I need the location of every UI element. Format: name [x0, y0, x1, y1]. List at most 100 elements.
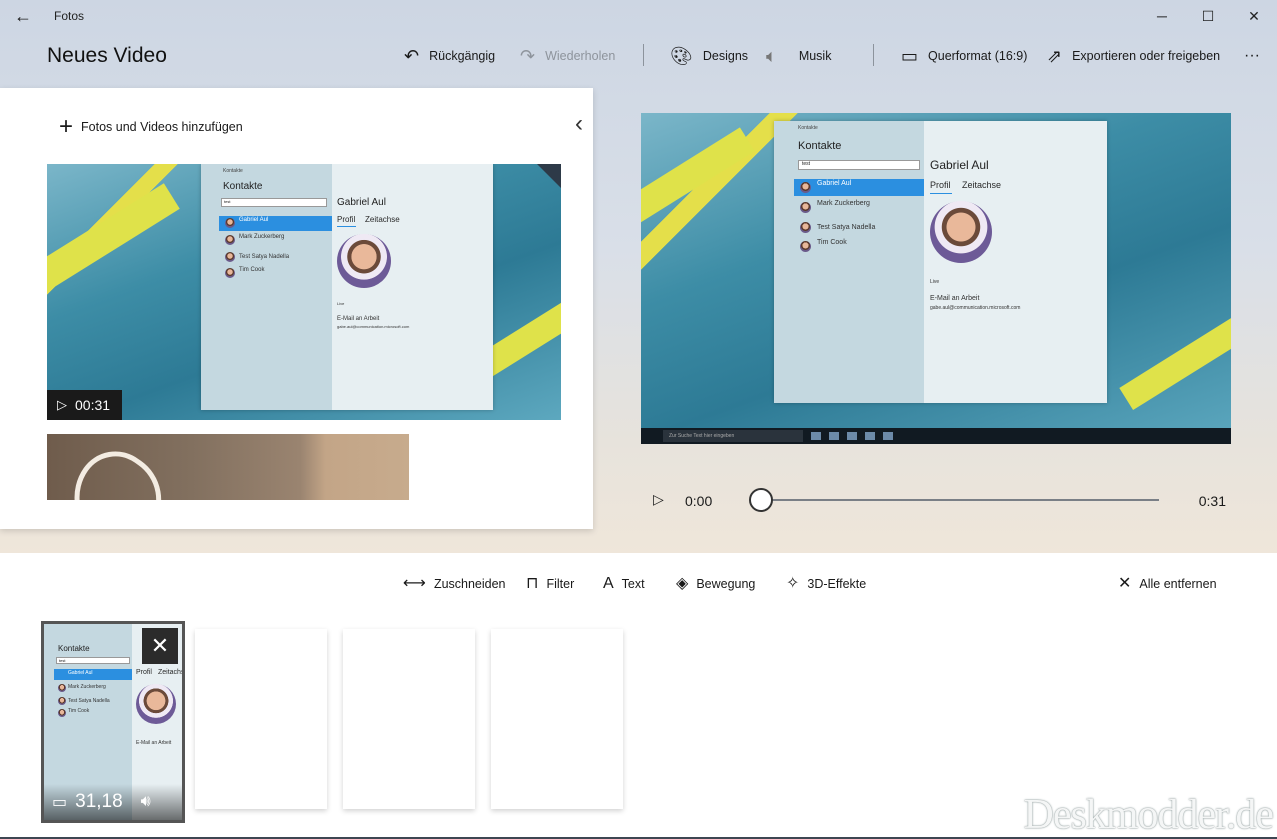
contacts-header: Kontakte — [58, 644, 90, 653]
undo-button[interactable]: ↶ Rückgängig — [404, 44, 495, 68]
3d-effects-label: 3D-Effekte — [807, 577, 867, 591]
storyboard-clip[interactable]: Kontakte test Gabriel Aul Mark Zuckerber… — [41, 621, 185, 823]
back-arrow-icon[interactable]: ← — [0, 0, 46, 32]
taskbar-app-icon — [829, 432, 839, 440]
contact-avatar — [58, 709, 66, 717]
filter-button[interactable]: ⊓ Filter — [526, 576, 574, 592]
3d-effects-button[interactable]: ✧ 3D-Effekte — [786, 576, 866, 592]
selection-corner-icon — [537, 164, 561, 188]
text-label: Text — [621, 577, 645, 591]
motion-label: Bewegung — [696, 577, 756, 591]
seek-track[interactable] — [761, 499, 1159, 501]
contact-name: Gabriel Aul — [68, 670, 93, 676]
taskbar-app-icon — [811, 432, 821, 440]
contact-avatar — [225, 252, 235, 262]
contact-name: Test Satya Nadella — [239, 254, 290, 260]
tab-profile: Profil — [136, 669, 152, 676]
volume-icon[interactable]: 🔊︎ — [141, 793, 151, 811]
music-button[interactable]: 🔈︎ Musik — [766, 44, 831, 68]
tab-timeline: Zeitachse — [962, 180, 1002, 190]
remove-all-button[interactable]: ✕ Alle entfernen — [1118, 576, 1217, 592]
watermark-text: Deskmodder.de — [1023, 792, 1274, 838]
toolbar-divider — [873, 44, 874, 66]
taskbar-app-icon — [847, 432, 857, 440]
contact-name: Mark Zuckerberg — [239, 234, 285, 240]
email-label: E-Mail an Arbeit — [930, 295, 980, 302]
contacts-window-preview: Kontakte Kontakte test Gabriel Aul Mark … — [774, 121, 1107, 403]
clip-duration: 31,18 — [75, 791, 123, 812]
palette-icon: 🎨︎ — [670, 46, 693, 66]
sparkle-icon: ✧ — [786, 575, 800, 592]
contacts-window-preview: Kontakte Kontakte test Gabriel Aul Mark … — [201, 164, 493, 410]
filter-label: Filter — [546, 577, 575, 591]
contacts-header: Kontakte — [798, 140, 842, 152]
wallpaper-stripe — [1119, 281, 1231, 411]
text-icon: A — [603, 575, 614, 592]
remove-clip-icon[interactable]: ✕ — [142, 628, 178, 664]
taskbar-app-icon — [865, 432, 875, 440]
contact-avatar — [225, 218, 235, 228]
aspect-ratio-button[interactable]: ▭ Querformat (16:9) — [901, 44, 1027, 68]
contact-name: Mark Zuckerberg — [68, 684, 106, 690]
selected-contact-highlight — [219, 216, 332, 231]
project-library-panel: + Fotos und Videos hinzufügen ‹ Kontakte… — [0, 88, 593, 529]
contact-avatar — [58, 697, 66, 705]
contacts-search-input: test — [798, 160, 920, 170]
add-media-button[interactable]: + Fotos und Videos hinzufügen — [59, 115, 243, 139]
editor-upper-area: ← Fotos ─ ☐ ✕ Neues Video ↶ Rückgängig ↷… — [0, 0, 1277, 553]
play-icon: ▷ — [57, 397, 67, 412]
maximize-icon[interactable]: ☐ — [1185, 0, 1231, 32]
trim-icon: ⟷ — [403, 575, 426, 592]
trim-button[interactable]: ⟷ Zuschneiden — [403, 576, 506, 592]
current-time: 0:00 — [685, 493, 713, 509]
motion-button[interactable]: ◈ Bewegung — [676, 576, 755, 592]
clip-info-bar: ▭ 31,18 🔊︎ — [44, 784, 182, 820]
playback-controls: ▷ 0:00 0:31 — [641, 483, 1231, 517]
selected-contact-highlight — [794, 179, 924, 196]
storyboard-empty-slot[interactable] — [491, 629, 623, 809]
undo-icon: ↶ — [404, 46, 420, 66]
more-options-button[interactable]: ··· — [1244, 44, 1260, 68]
library-photo-thumbnail[interactable] — [47, 434, 409, 500]
window-controls: ─ ☐ ✕ — [1139, 0, 1277, 32]
collapse-panel-icon[interactable]: ‹ — [575, 112, 583, 136]
film-icon: ▭ — [52, 794, 68, 811]
contact-avatar — [800, 241, 811, 252]
redo-button[interactable]: ↷ Wiederholen — [520, 44, 615, 68]
video-duration-badge: ▷ 00:31 — [47, 390, 122, 420]
contact-name: Tim Cook — [239, 267, 265, 273]
motion-icon: ◈ — [676, 575, 689, 592]
selected-contact-highlight — [54, 669, 132, 680]
video-duration: 00:31 — [75, 397, 111, 413]
contact-photo — [337, 234, 391, 288]
add-media-label: Fotos und Videos hinzufügen — [81, 120, 243, 134]
clip-edit-toolbar: ⟷ Zuschneiden ⊓ Filter A Text ◈ Bewegung… — [0, 566, 1277, 602]
share-icon: ⇗ — [1047, 46, 1063, 66]
export-label: Exportieren oder freigeben — [1072, 49, 1221, 63]
contact-name: Gabriel Aul — [239, 217, 269, 223]
close-window-icon[interactable]: ✕ — [1231, 0, 1277, 32]
designs-label: Designs — [702, 49, 749, 63]
speaker-icon: 🔈︎ — [766, 46, 777, 66]
contacts-search-input: test — [56, 657, 130, 664]
contact-photo — [136, 684, 176, 724]
contact-avatar — [225, 235, 235, 245]
contacts-search-input: test — [221, 198, 327, 207]
storyboard-empty-slot[interactable] — [195, 629, 327, 809]
text-button[interactable]: A Text — [603, 576, 645, 592]
contact-name: Gabriel Aul — [817, 180, 852, 187]
redo-label: Wiederholen — [545, 49, 616, 63]
minimize-icon[interactable]: ─ — [1139, 0, 1185, 32]
video-preview[interactable]: Kontakte Kontakte test Gabriel Aul Mark … — [641, 113, 1231, 444]
contact-avatar — [800, 182, 811, 193]
windows-taskbar: Zur Suche Text hier eingeben — [641, 428, 1231, 444]
storyboard-empty-slot[interactable] — [343, 629, 475, 809]
export-button[interactable]: ⇗ Exportieren oder freigeben — [1047, 44, 1220, 68]
library-video-thumbnail[interactable]: Kontakte Kontakte test Gabriel Aul Mark … — [47, 164, 561, 420]
seek-slider-handle[interactable] — [749, 488, 773, 512]
tab-underline — [337, 226, 356, 227]
designs-button[interactable]: 🎨︎ Designs — [670, 44, 748, 68]
play-icon[interactable]: ▷ — [653, 491, 664, 508]
contact-avatar — [800, 222, 811, 233]
toolbar-divider — [643, 44, 644, 66]
